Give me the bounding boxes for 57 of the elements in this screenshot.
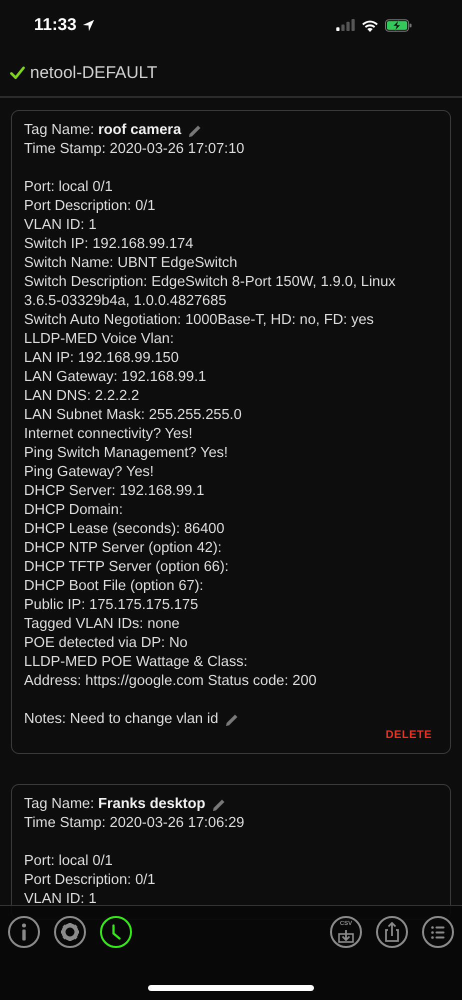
detail-text: Ping Switch Management? Yes! — [24, 444, 229, 463]
detail-text: Port Description: 0/1 — [24, 871, 156, 890]
tag-name: Franks desktop — [98, 795, 206, 814]
tag-name-label: Tag Name: — [24, 795, 94, 814]
detail-text: Port: local 0/1 — [24, 852, 114, 871]
detail-text: POE detected via DP: No — [24, 634, 189, 653]
detail-text: DHCP Lease (seconds): 86400 — [24, 520, 226, 539]
detail-text: Port: local 0/1 — [24, 178, 114, 197]
detail-text: DHCP Boot File (option 67): — [24, 577, 204, 596]
detail-text: DHCP TFTP Server (option 66): — [24, 558, 230, 577]
delete-button[interactable]: DELETE — [380, 727, 438, 743]
timestamp-text: Time Stamp: 2020-03-26 17:07:10 — [24, 140, 246, 159]
settings-icon — [60, 922, 80, 942]
detail-text: Address: https://google.com Status code: 200 — [24, 672, 318, 691]
detail-text: Switch IP: 192.168.99.174 — [24, 235, 194, 254]
wifi-icon — [361, 18, 379, 32]
app-title: netool-DEFAULT — [30, 63, 158, 83]
detail-text: LLDP-MED POE Wattage & Class: — [24, 653, 248, 672]
clock-time: 11:33 — [34, 15, 77, 35]
csv-download-icon — [338, 929, 354, 943]
detail-text: LAN DNS: 2.2.2.2 — [24, 387, 140, 406]
detail-text: Public IP: 175.175.175.175 — [24, 596, 200, 615]
tag-name-label: Tag Name: — [24, 121, 94, 140]
detail-text: Ping Gateway? Yes! — [24, 463, 155, 482]
list-button[interactable] — [422, 916, 454, 948]
share-icon — [385, 922, 399, 942]
edit-pencil-icon[interactable] — [188, 124, 202, 138]
detail-text: Switch Description: EdgeSwitch 8-Port 150W, 1.9.0, Linux 3.6.5-03329b4a, 1.0.0.4827685 — [24, 273, 397, 311]
list-icon — [431, 926, 445, 938]
edit-pencil-icon[interactable] — [212, 798, 226, 812]
detail-text: LLDP-MED Voice Vlan: — [24, 330, 175, 349]
detail-text: Internet connectivity? Yes! — [24, 425, 194, 444]
battery-charging-icon — [385, 18, 412, 32]
detail-text: VLAN ID: 1 — [24, 890, 98, 909]
signal-icon — [336, 19, 355, 31]
detail-text: LAN Gateway: 192.168.99.1 — [24, 368, 208, 387]
detail-text: LAN IP: 192.168.99.150 — [24, 349, 180, 368]
info-button[interactable] — [8, 916, 40, 948]
clock-icon — [112, 924, 120, 940]
notes-text: Notes: Need to change vlan id — [24, 710, 218, 729]
detail-text: Switch Auto Negotiation: 1000Base-T, HD: no, FD: yes — [24, 311, 375, 330]
detail-text: LAN Subnet Mask: 255.255.255.0 — [24, 406, 243, 425]
detail-text: DHCP Domain: — [24, 501, 124, 520]
timestamp-text: Time Stamp: 2020-03-26 17:06:29 — [24, 814, 246, 833]
detail-text: DHCP Server: 192.168.99.1 — [24, 482, 206, 501]
detail-text: DHCP NTP Server (option 42): — [24, 539, 223, 558]
detail-text: Port Description: 0/1 — [24, 197, 156, 216]
detail-text: Switch Name: UBNT EdgeSwitch — [24, 254, 238, 273]
clock-button[interactable] — [100, 916, 132, 948]
edit-pencil-icon[interactable] — [225, 712, 240, 726]
settings-button[interactable] — [54, 916, 86, 948]
info-icon — [22, 923, 26, 941]
detail-text: VLAN ID: 1 — [24, 216, 98, 235]
detail-text: Tagged VLAN IDs: none — [24, 615, 181, 634]
tag-name: roof camera — [98, 121, 182, 140]
location-arrow-icon — [82, 18, 95, 32]
share-button[interactable] — [376, 916, 408, 948]
